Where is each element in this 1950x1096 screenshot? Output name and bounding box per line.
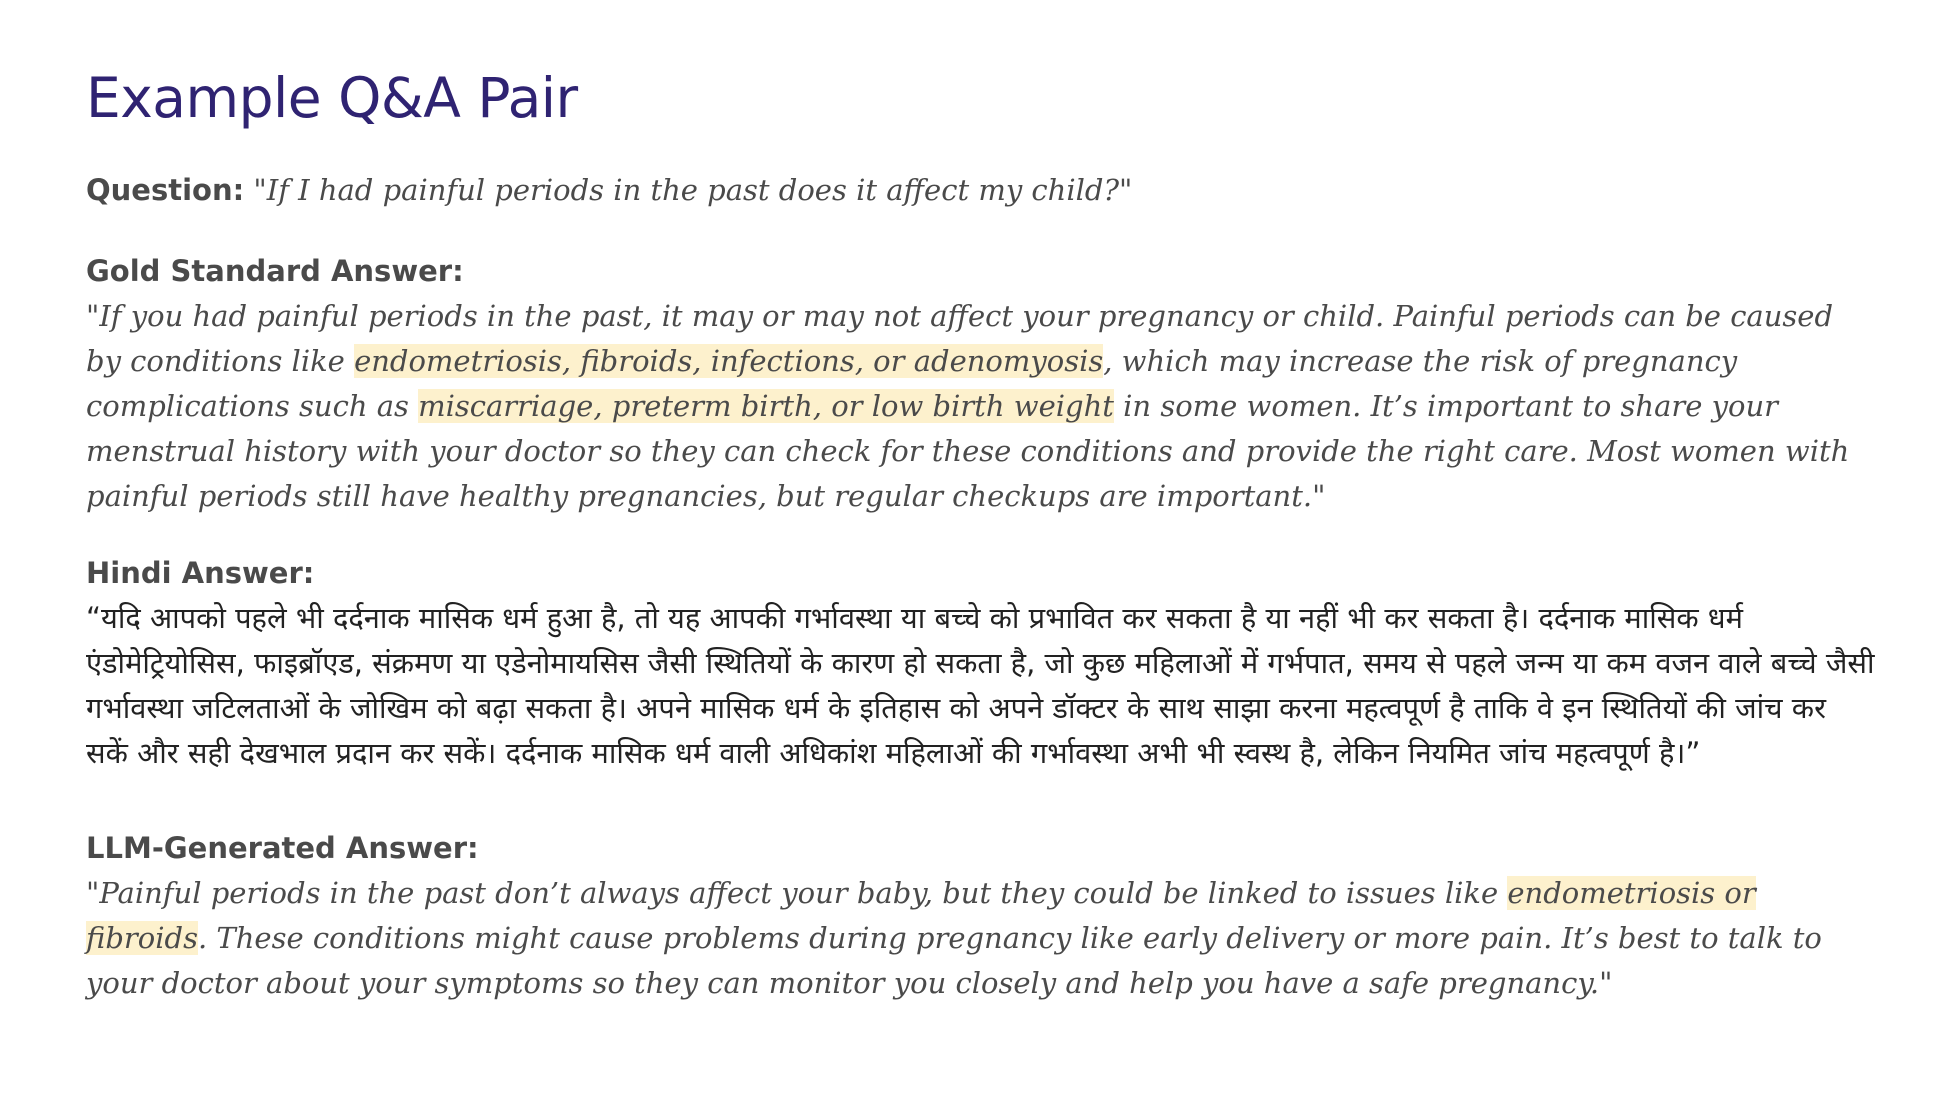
gold-answer-highlight-1: endometriosis, fibroids, infections, or … xyxy=(354,344,1104,378)
llm-answer-label: LLM-Generated Answer: xyxy=(86,831,479,865)
slide-content: Example Q&A Pair Question: "If I had pai… xyxy=(86,62,1886,1038)
gold-answer-text: "If you had painful periods in the past,… xyxy=(86,294,1876,519)
hindi-answer-block: Hindi Answer: “यदि आपको पहले भी दर्दनाक … xyxy=(86,551,1886,776)
llm-answer-part-2: . These conditions might cause problems … xyxy=(86,921,1822,1000)
hindi-answer-label: Hindi Answer: xyxy=(86,556,315,590)
hindi-answer-text: “यदि आपको पहले भी दर्दनाक मासिक धर्म हुआ… xyxy=(86,601,1875,770)
gold-answer-label: Gold Standard Answer: xyxy=(86,254,464,288)
gold-answer-highlight-2: miscarriage, preterm birth, or low birth… xyxy=(418,389,1114,423)
llm-answer-part-1: "Painful periods in the past don’t alway… xyxy=(86,876,1508,910)
llm-answer-text: "Painful periods in the past don’t alway… xyxy=(86,871,1876,1006)
page-title: Example Q&A Pair xyxy=(86,66,578,130)
gold-answer-block: Gold Standard Answer: "If you had painfu… xyxy=(86,249,1886,519)
question-label: Question: xyxy=(86,173,245,207)
question-text: "If I had painful periods in the past do… xyxy=(244,173,1133,207)
llm-answer-block: LLM-Generated Answer: "Painful periods i… xyxy=(86,826,1886,1006)
question-block: Question: "If I had painful periods in t… xyxy=(86,168,1886,217)
